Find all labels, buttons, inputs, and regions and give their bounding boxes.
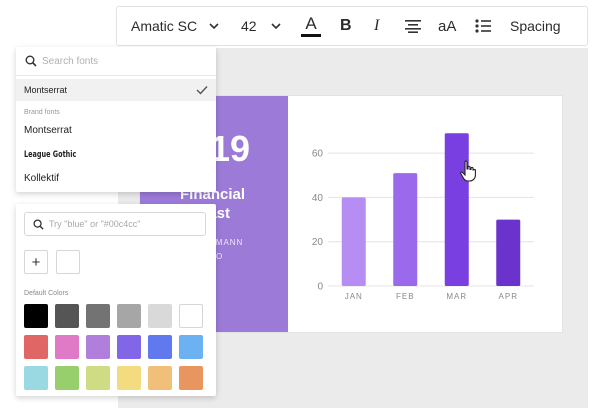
- bar-mar[interactable]: [444, 133, 469, 286]
- x-tick-label: MAR: [446, 292, 467, 301]
- align-center-button[interactable]: [405, 7, 421, 45]
- align-center-icon: [405, 20, 421, 33]
- list-button[interactable]: [475, 7, 491, 45]
- color-swatch[interactable]: [148, 366, 172, 390]
- letter-case-button[interactable]: aA: [438, 7, 456, 45]
- selected-font-label: Montserrat: [24, 85, 68, 95]
- color-swatch[interactable]: [148, 335, 172, 359]
- color-picker-panel: + Default Colors: [16, 204, 216, 396]
- color-swatch[interactable]: [55, 366, 79, 390]
- bar-chart[interactable]: 0 20 40 60 JAN FEB MAR APR: [288, 96, 562, 332]
- color-swatch[interactable]: [86, 366, 110, 390]
- y-tick-label: 20: [312, 237, 324, 248]
- bold-icon: B: [340, 17, 352, 34]
- spacing-button[interactable]: Spacing: [510, 7, 561, 45]
- font-search-bar: [16, 47, 216, 76]
- color-swatch[interactable]: [179, 366, 203, 390]
- selected-font-item[interactable]: Montserrat: [16, 79, 216, 101]
- color-swatch[interactable]: [117, 335, 141, 359]
- font-family-chevron-down-icon[interactable]: [209, 7, 219, 45]
- font-search-input[interactable]: [42, 53, 202, 69]
- text-color-button[interactable]: A: [301, 7, 321, 45]
- color-swatch[interactable]: [117, 366, 141, 390]
- plus-icon: +: [31, 253, 41, 271]
- font-family-label: Amatic SC: [131, 18, 198, 34]
- hand-cursor-icon: [460, 160, 476, 182]
- brand-fonts-heading: Brand fonts: [24, 109, 60, 116]
- color-search-input[interactable]: [49, 217, 199, 231]
- bar-jan[interactable]: [341, 197, 366, 286]
- cover-year: 19: [210, 128, 251, 169]
- y-tick-label: 0: [317, 282, 323, 293]
- bullet-list-icon: [475, 19, 491, 33]
- color-swatch[interactable]: [148, 304, 172, 328]
- bar-feb[interactable]: [393, 173, 418, 286]
- text-color-underline: [301, 33, 321, 37]
- color-swatch[interactable]: [55, 304, 79, 328]
- letter-case-label: aA: [438, 17, 457, 35]
- spacing-label: Spacing: [510, 18, 561, 34]
- checkmark-icon: [196, 86, 208, 95]
- italic-button[interactable]: I: [374, 7, 379, 45]
- font-dropdown: Montserrat Brand fonts Montserrat League…: [16, 47, 216, 192]
- default-colors-heading: Default Colors: [24, 290, 69, 297]
- italic-icon: I: [374, 17, 380, 34]
- color-search-bar: [24, 212, 206, 236]
- bar-apr[interactable]: [496, 219, 521, 286]
- cover-author-line2: O: [216, 252, 224, 261]
- font-family-select[interactable]: Amatic SC: [131, 7, 197, 45]
- font-size-label: 42: [241, 18, 257, 34]
- font-item-montserrat[interactable]: Montserrat: [24, 125, 72, 136]
- text-color-letter: A: [305, 13, 317, 33]
- search-icon: [25, 55, 37, 67]
- color-swatch[interactable]: [117, 304, 141, 328]
- add-color-button[interactable]: +: [24, 250, 48, 274]
- color-swatch[interactable]: [24, 366, 48, 390]
- x-tick-label: JAN: [345, 292, 363, 301]
- font-size-chevron-down-icon[interactable]: [271, 7, 281, 45]
- font-size-select[interactable]: 42: [241, 7, 257, 45]
- color-swatch[interactable]: [86, 335, 110, 359]
- x-tick-label: APR: [499, 292, 518, 301]
- color-swatch[interactable]: [55, 335, 79, 359]
- color-swatch[interactable]: [179, 304, 203, 328]
- color-swatch[interactable]: [179, 335, 203, 359]
- font-item-kollektif[interactable]: Kollektif: [24, 173, 59, 184]
- bold-button[interactable]: B: [340, 7, 352, 45]
- text-toolbar: Amatic SC 42 A B I aA Spacing: [116, 6, 588, 46]
- color-swatch[interactable]: [86, 304, 110, 328]
- color-swatch[interactable]: [24, 304, 48, 328]
- color-swatch[interactable]: [24, 335, 48, 359]
- y-tick-label: 40: [312, 193, 324, 204]
- font-item-league-gothic[interactable]: League Gothic: [24, 150, 76, 160]
- search-icon: [33, 219, 44, 230]
- x-tick-label: FEB: [396, 292, 415, 301]
- custom-color-swatch[interactable]: [56, 250, 80, 274]
- y-tick-label: 60: [312, 149, 324, 160]
